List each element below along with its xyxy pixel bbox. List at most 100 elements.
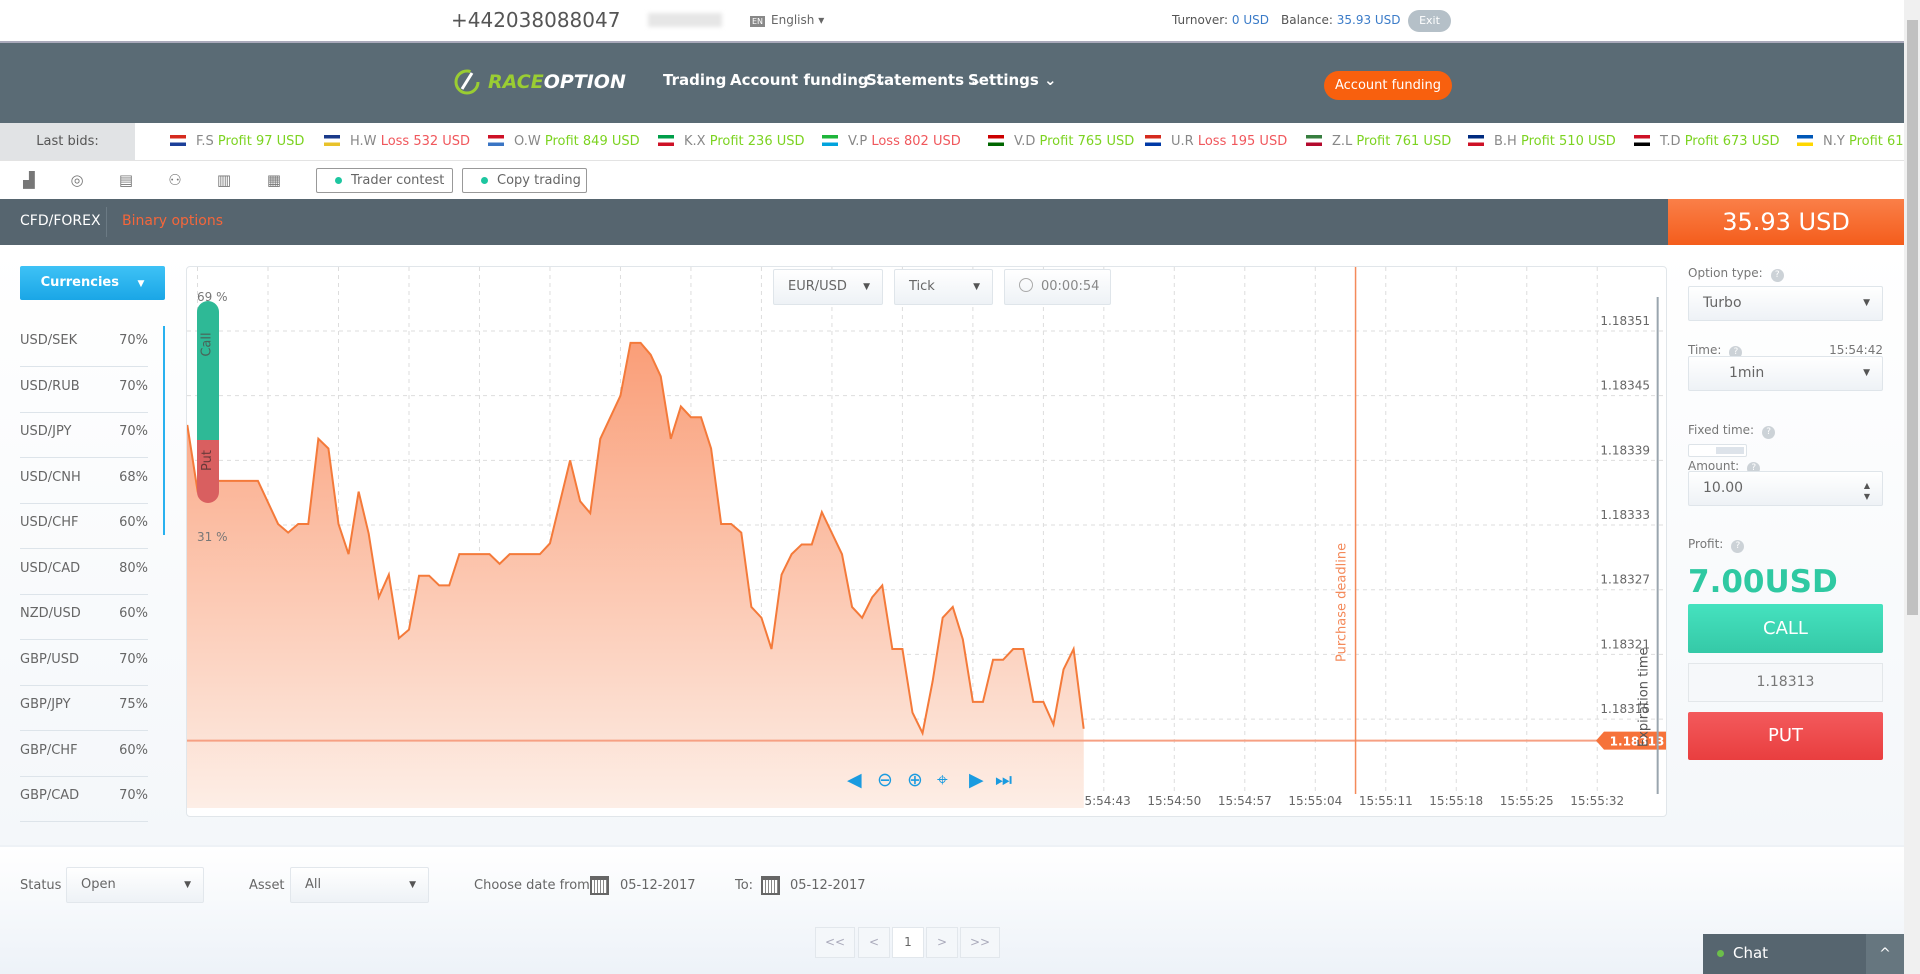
asset-list-scrollbar[interactable] <box>163 326 165 535</box>
document-icon[interactable]: ▤ <box>117 171 135 189</box>
put-button[interactable]: PUT <box>1688 712 1883 760</box>
nav-account-funding[interactable]: Account funding ⌄ <box>730 71 886 89</box>
tab-binary-options[interactable]: Binary options <box>122 213 223 229</box>
asset-item[interactable]: USD/CHF 60% <box>20 504 148 549</box>
help-icon[interactable]: ? <box>1762 426 1776 439</box>
bid-kind: Profit <box>1848 134 1883 149</box>
nav-trading[interactable]: Trading <box>663 71 726 89</box>
x-tick-label: 15:54:43 <box>1077 794 1131 808</box>
asset-select[interactable]: All ▼ <box>290 867 429 903</box>
bidder: V.P <box>848 134 868 149</box>
toolbar: ▟ ◎ ▤ ⚇ ▥ ▦ Trader contest Copy trading <box>0 161 1904 199</box>
asset-item[interactable]: USD/SEK 70% <box>20 322 148 367</box>
asset-item[interactable]: GBP/CAD 70% <box>20 777 148 822</box>
asset-payout: 80% <box>119 560 148 576</box>
asset-item[interactable]: NZD/USD 60% <box>20 595 148 640</box>
date-from-value[interactable]: 05-12-2017 <box>620 878 696 893</box>
nav-settings[interactable]: Settings ⌄ <box>968 71 1057 89</box>
nav-statements[interactable]: Statements ⌄ <box>866 71 982 89</box>
zoom-in-icon[interactable]: ⊕ <box>907 769 923 791</box>
calendar-icon[interactable] <box>590 876 609 895</box>
bid-amount: 617 USD <box>1887 134 1904 149</box>
status-dot-icon <box>481 177 488 184</box>
y-tick-label: 1.18333 <box>1600 508 1650 522</box>
logo[interactable]: RACEOPTION <box>452 67 626 97</box>
balance-display: 35.93 USD <box>1668 199 1904 245</box>
area-chart-icon[interactable]: ▟ <box>20 171 38 189</box>
scroll-left-icon[interactable]: ◀ <box>847 769 862 791</box>
bidder: B.H <box>1494 134 1517 149</box>
last-bids-ticker: Last bids: F.S Profit 97 USD H.W Loss 532… <box>0 123 1904 161</box>
bid-amount: 510 USD <box>1559 134 1616 149</box>
bid-item: B.H Profit 510 USD <box>1468 134 1616 149</box>
exit-button[interactable]: Exit <box>1408 10 1451 32</box>
prev-page-button[interactable]: < <box>858 927 890 958</box>
bid-amount: 236 USD <box>747 134 805 149</box>
flag-icon <box>822 135 838 146</box>
asset-item[interactable]: GBP/USD 70% <box>20 641 148 686</box>
fixed-time-toggle[interactable] <box>1688 444 1747 457</box>
date-from-label: Choose date from: <box>474 878 595 893</box>
x-tick-label: 15:55:18 <box>1429 794 1483 808</box>
balance: Balance: 35.93 USD <box>1281 13 1401 27</box>
help-icon[interactable]: ? <box>1770 269 1784 282</box>
calendar-icon[interactable]: ▦ <box>265 171 283 189</box>
y-tick-label: 1.18327 <box>1600 573 1650 587</box>
asset-payout: 70% <box>119 651 148 667</box>
asset-item[interactable]: USD/RUB 70% <box>20 368 148 413</box>
search-chart-icon[interactable]: ◎ <box>68 171 86 189</box>
users-icon[interactable]: ⚇ <box>166 171 184 189</box>
next-page-button[interactable]: > <box>926 927 958 958</box>
bidder: U.R <box>1171 134 1194 149</box>
bar-chart-icon[interactable]: ▥ <box>215 171 233 189</box>
put-percent: 31 % <box>197 530 228 544</box>
asset-item[interactable]: GBP/JPY 75% <box>20 686 148 731</box>
language-label: English <box>771 13 815 27</box>
language-selector[interactable]: EN English ▾ <box>750 13 824 27</box>
stepper-icon[interactable]: ▲ ▼ <box>1864 480 1870 502</box>
tab-cfd-forex[interactable]: CFD/FOREX <box>20 213 101 229</box>
asset-item[interactable]: USD/JPY 70% <box>20 413 148 458</box>
x-tick-label: 15:55:32 <box>1570 794 1624 808</box>
help-icon[interactable]: ? <box>1731 540 1745 553</box>
copy-trading-button[interactable]: Copy trading <box>462 168 587 193</box>
last-page-button[interactable]: >> <box>960 927 1000 958</box>
zoom-out-icon[interactable]: ⊖ <box>877 769 893 791</box>
center-icon[interactable]: ⌖ <box>937 769 948 791</box>
scroll-right-icon[interactable]: ▶ <box>969 769 984 791</box>
lang-code: EN <box>750 16 766 27</box>
bid-item: Z.L Profit 761 USD <box>1306 134 1451 149</box>
asset-item[interactable]: USD/CNH 68% <box>20 459 148 504</box>
calendar-icon[interactable] <box>761 876 780 895</box>
bid-kind: Profit <box>1356 134 1391 149</box>
chat-widget[interactable]: Chat ^ <box>1703 934 1904 974</box>
account-funding-button[interactable]: Account funding <box>1324 71 1452 100</box>
option-type-select[interactable]: Turbo ▼ <box>1688 286 1883 321</box>
asset-item[interactable]: USD/CAD 80% <box>20 550 148 595</box>
pair-select[interactable]: EUR/USD ▼ <box>773 269 883 305</box>
trader-contest-button[interactable]: Trader contest <box>316 168 453 193</box>
date-to-value[interactable]: 05-12-2017 <box>790 878 866 893</box>
currencies-dropdown[interactable]: Currencies ▼ <box>20 266 165 300</box>
chevron-up-icon[interactable]: ^ <box>1866 934 1904 974</box>
call-share <box>197 301 219 441</box>
scrollbar-thumb[interactable] <box>1907 20 1918 615</box>
bid-amount: 761 USD <box>1394 134 1452 149</box>
flag-icon <box>1797 135 1813 146</box>
call-button[interactable]: CALL <box>1688 604 1883 653</box>
first-page-button[interactable]: << <box>815 927 855 958</box>
amount-input[interactable]: 10.00 ▲ ▼ <box>1688 471 1883 506</box>
page-scrollbar[interactable] <box>1904 0 1920 974</box>
asset-label: Asset <box>249 878 285 893</box>
purchase-deadline-label: Purchase deadline <box>1335 543 1350 662</box>
bid-kind: Profit <box>709 134 744 149</box>
option-type-label: Option type:? <box>1688 266 1784 282</box>
asset-item[interactable]: GBP/CHF 60% <box>20 732 148 777</box>
scroll-end-icon[interactable]: ⏭ <box>995 769 1012 791</box>
time-select[interactable]: 1min ▼ <box>1688 356 1883 391</box>
chart-type-select[interactable]: Tick ▼ <box>894 269 993 305</box>
bid-item: V.P Loss 802 USD <box>822 134 961 149</box>
price-chart[interactable]: :53:1315:53:2015:53:2715:53:3415:53:4115… <box>186 266 1667 817</box>
status-select[interactable]: Open ▼ <box>66 867 204 903</box>
page-1-button[interactable]: 1 <box>892 927 924 958</box>
